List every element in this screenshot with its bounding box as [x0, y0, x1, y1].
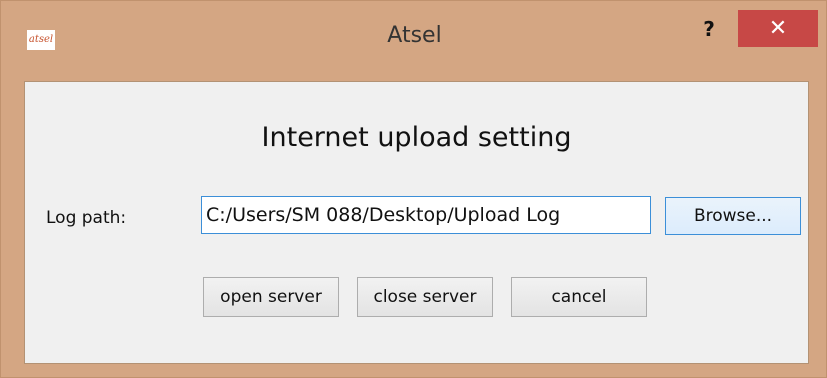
cancel-button[interactable]: cancel — [511, 277, 647, 317]
dialog-window: atsel Atsel ? ✕ Internet upload setting … — [0, 0, 827, 378]
close-window-button[interactable]: ✕ — [738, 10, 818, 47]
browse-button[interactable]: Browse... — [665, 197, 801, 235]
title-bar[interactable]: atsel Atsel ? ✕ — [1, 1, 827, 81]
dialog-content: Internet upload setting Log path: Browse… — [24, 81, 809, 364]
log-path-input[interactable] — [201, 196, 651, 234]
log-path-label: Log path: — [46, 208, 127, 228]
dialog-heading: Internet upload setting — [261, 122, 572, 153]
open-server-button[interactable]: open server — [203, 277, 339, 317]
close-server-button[interactable]: close server — [357, 277, 493, 317]
close-icon: ✕ — [768, 16, 788, 41]
help-button[interactable]: ? — [687, 11, 731, 47]
